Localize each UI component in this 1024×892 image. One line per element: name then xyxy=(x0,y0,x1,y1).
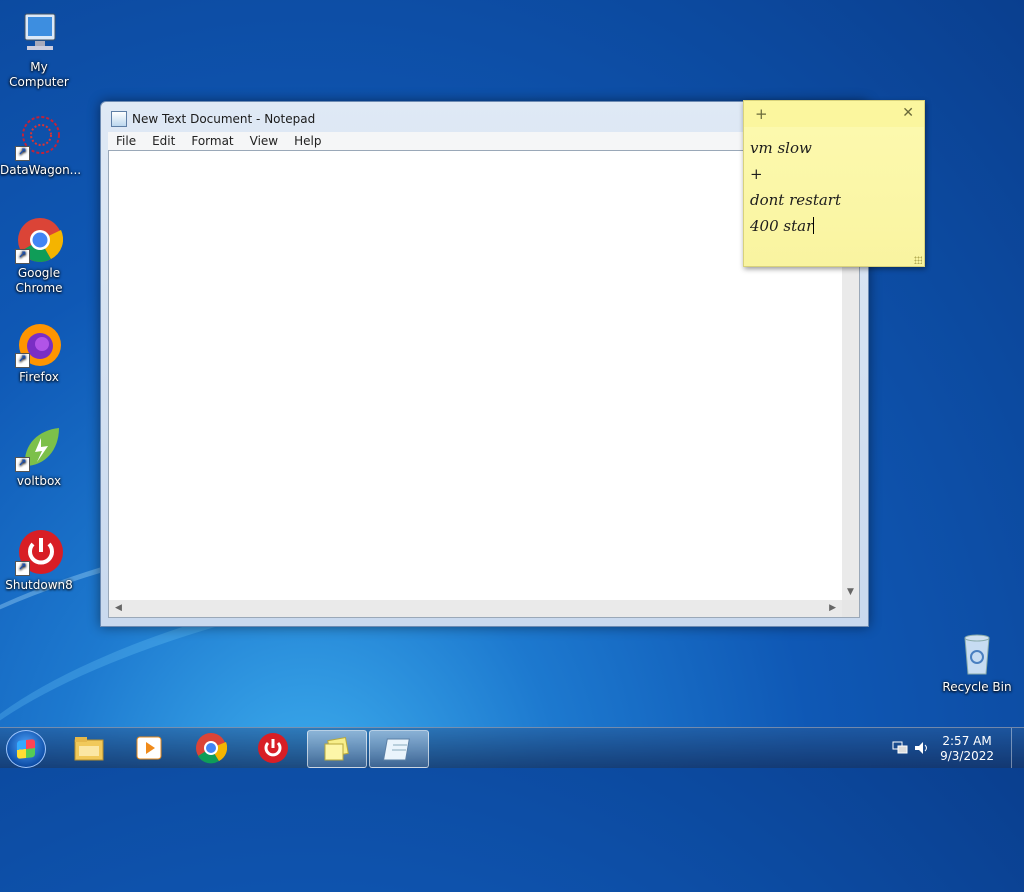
desktop-icon-google-chrome[interactable]: ↗ Google Chrome xyxy=(0,216,78,296)
desktop-icon-firefox[interactable]: ↗ Firefox xyxy=(0,320,78,385)
show-desktop-button[interactable] xyxy=(1011,728,1024,768)
power-icon: ↗ xyxy=(15,528,63,576)
recycle-bin-icon xyxy=(953,630,1001,678)
window-title-bar[interactable]: New Text Document - Notepad xyxy=(111,110,315,128)
desktop-icon-label: My Computer xyxy=(9,60,69,89)
sticky-note[interactable]: + ✕ vm slow + dont restart 400 star xyxy=(743,100,925,267)
sticky-notes-icon xyxy=(324,736,349,761)
add-note-icon[interactable]: + xyxy=(755,105,768,123)
datawagon-icon: ↗ xyxy=(15,113,63,161)
shortcut-arrow-icon: ↗ xyxy=(15,353,30,368)
shortcut-arrow-icon: ↗ xyxy=(15,457,30,472)
resize-grip-icon[interactable] xyxy=(842,600,859,617)
desktop-icon-label: Recycle Bin xyxy=(942,680,1012,694)
window-title: New Text Document - Notepad xyxy=(132,112,316,126)
menu-file[interactable]: File xyxy=(108,134,144,148)
taskbar-explorer[interactable] xyxy=(60,730,118,766)
system-tray: 2:57 AM 9/3/2022 xyxy=(884,728,1024,768)
taskbar-shutdown8[interactable] xyxy=(244,730,302,766)
desktop-icon-label: Google Chrome xyxy=(15,266,63,295)
menu-help[interactable]: Help xyxy=(286,134,329,148)
taskbar-notepad[interactable] xyxy=(369,730,429,768)
menu-edit[interactable]: Edit xyxy=(144,134,183,148)
desktop-icon-shutdown8[interactable]: ↗ Shutdown8 xyxy=(0,528,78,593)
sticky-line: 400 star xyxy=(750,217,814,235)
clock-date: 9/3/2022 xyxy=(940,749,994,763)
sticky-note-header[interactable]: + ✕ xyxy=(744,101,924,127)
resize-grip-icon[interactable] xyxy=(914,256,922,264)
scroll-down-icon[interactable]: ▼ xyxy=(847,587,854,597)
taskbar-chrome[interactable] xyxy=(182,730,240,766)
shortcut-arrow-icon: ↗ xyxy=(15,561,30,576)
firefox-icon: ↗ xyxy=(15,320,63,368)
taskbar-sticky-notes[interactable] xyxy=(307,730,367,768)
desktop-icon-my-computer[interactable]: My Computer xyxy=(0,10,78,90)
desktop-icon-voltbox[interactable]: ↗ voltbox xyxy=(0,424,78,489)
desktop-icon-datawagon[interactable]: ↗ DataWagon... xyxy=(0,113,82,178)
desktop-icon-label: voltbox xyxy=(16,474,62,488)
sticky-line: vm slow xyxy=(750,139,812,157)
shortcut-arrow-icon: ↗ xyxy=(15,249,30,264)
sticky-line: dont restart xyxy=(750,191,842,209)
text-caret xyxy=(813,217,815,234)
network-icon[interactable] xyxy=(892,741,908,755)
start-button[interactable] xyxy=(6,730,46,768)
chrome-icon: ↗ xyxy=(15,216,64,264)
menu-format[interactable]: Format xyxy=(183,134,241,148)
volume-icon[interactable] xyxy=(914,741,930,755)
scroll-left-icon[interactable]: ◀ xyxy=(115,603,122,613)
desktop-icon-label: DataWagon... xyxy=(0,163,82,177)
media-player-icon xyxy=(136,736,162,760)
desktop-icon-label: Shutdown8 xyxy=(5,578,73,592)
shortcut-arrow-icon: ↗ xyxy=(15,146,30,161)
horizontal-scrollbar[interactable]: ◀ ▶ xyxy=(109,600,842,617)
desktop-icon-recycle-bin[interactable]: Recycle Bin xyxy=(938,630,1016,695)
notepad-icon xyxy=(383,738,410,761)
notepad-icon xyxy=(111,111,127,127)
voltbox-leaf-icon: ↗ xyxy=(15,424,63,472)
taskbar: 2:57 AM 9/3/2022 xyxy=(0,727,1024,768)
sticky-note-text[interactable]: vm slow + dont restart 400 star xyxy=(744,127,924,247)
computer-icon xyxy=(15,10,63,58)
chrome-icon xyxy=(196,733,227,764)
windows-logo-icon xyxy=(17,739,35,759)
desktop-icon-label: Firefox xyxy=(19,370,59,384)
sticky-line: + xyxy=(750,165,763,183)
clock-time: 2:57 AM xyxy=(942,734,992,748)
folder-icon xyxy=(74,737,104,761)
menu-view[interactable]: View xyxy=(242,134,286,148)
close-icon[interactable]: ✕ xyxy=(902,105,914,121)
clock[interactable]: 2:57 AM 9/3/2022 xyxy=(940,734,994,764)
taskbar-media-player[interactable] xyxy=(120,730,178,766)
power-icon xyxy=(258,733,288,763)
scroll-right-icon[interactable]: ▶ xyxy=(829,603,836,613)
